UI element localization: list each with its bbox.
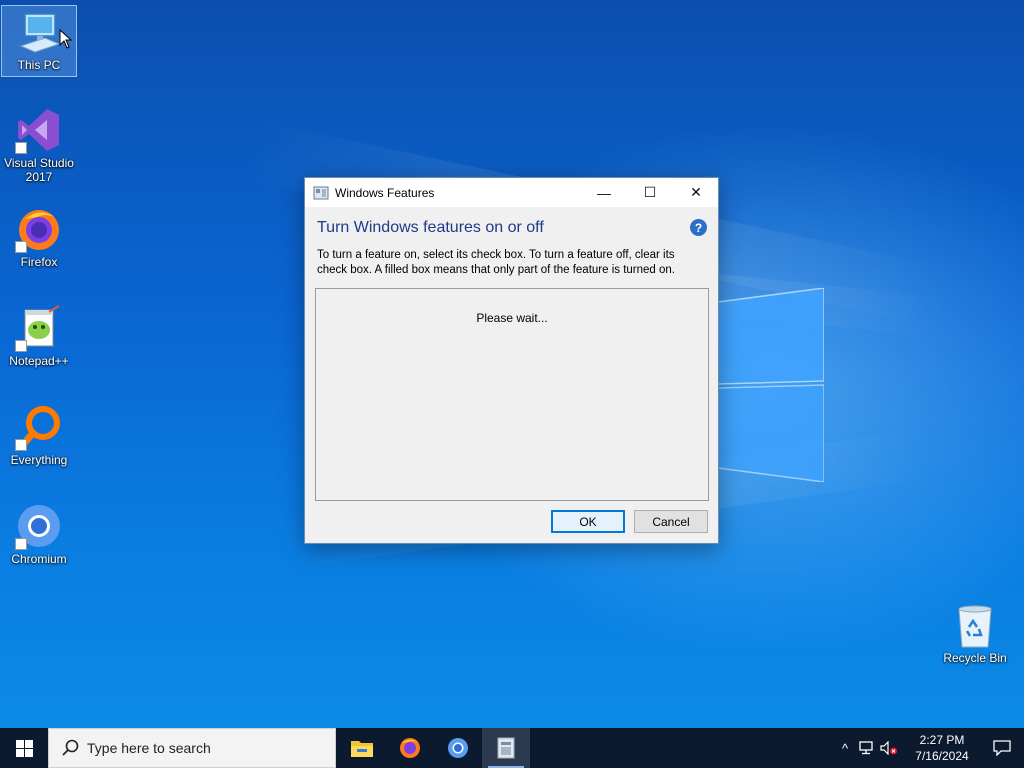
taskbar-windows-features[interactable] bbox=[482, 728, 530, 768]
desktop-icon-everything[interactable]: Everything bbox=[1, 401, 77, 473]
windows-features-icon bbox=[313, 186, 329, 199]
desktop-icon-label: Notepad++ bbox=[9, 354, 69, 368]
windows-features-dialog: Windows Features — ☐ ✕ Turn Windows feat… bbox=[304, 177, 719, 544]
minimize-button[interactable]: — bbox=[581, 178, 627, 207]
dialog-description: To turn a feature on, select its check b… bbox=[317, 249, 675, 276]
desktop-icon-label: This PC bbox=[17, 58, 61, 72]
search-icon bbox=[62, 739, 79, 756]
taskbar-search[interactable]: Type here to search bbox=[48, 728, 336, 768]
close-icon: ✕ bbox=[690, 184, 702, 200]
taskbar-file-explorer[interactable] bbox=[338, 728, 386, 768]
file-explorer-icon bbox=[351, 741, 373, 757]
desktop-icon-label: Visual Studio 2017 bbox=[4, 156, 74, 184]
chevron-up-icon: ^ bbox=[841, 740, 849, 756]
maximize-button[interactable]: ☐ bbox=[627, 178, 673, 207]
windows-logo-wallpaper bbox=[718, 288, 824, 482]
desktop-icon-label: Chromium bbox=[11, 552, 67, 566]
windows-features-icon bbox=[497, 737, 515, 759]
shortcut-arrow-icon bbox=[15, 538, 27, 550]
mouse-cursor-icon bbox=[59, 29, 73, 49]
minimize-icon: — bbox=[597, 184, 611, 201]
network-icon bbox=[859, 741, 873, 755]
dialog-heading: Turn Windows features on or off bbox=[317, 219, 544, 236]
visual-studio-icon bbox=[15, 106, 63, 154]
volume-control[interactable] bbox=[878, 728, 900, 768]
system-tray: ^ 2:27 PM 7/16/2024 bbox=[834, 728, 1024, 768]
recycle-bin-icon bbox=[951, 601, 999, 649]
network-status[interactable] bbox=[856, 728, 878, 768]
chromium-icon bbox=[15, 502, 63, 550]
everything-search-icon bbox=[15, 403, 63, 451]
shortcut-arrow-icon bbox=[15, 439, 27, 451]
desktop-icon-firefox[interactable]: Firefox bbox=[1, 203, 77, 275]
desktop-icon-label: Firefox bbox=[20, 255, 58, 269]
clock-date: 7/16/2024 bbox=[915, 749, 969, 763]
shortcut-arrow-icon bbox=[15, 142, 27, 154]
maximize-icon: ☐ bbox=[643, 184, 657, 200]
feature-tree[interactable]: Please wait... bbox=[315, 288, 709, 501]
clock[interactable]: 2:27 PM 7/16/2024 bbox=[904, 732, 980, 764]
dialog-title: Windows Features bbox=[335, 185, 435, 200]
start-button[interactable] bbox=[0, 728, 48, 768]
action-center-button[interactable] bbox=[980, 728, 1024, 768]
firefox-icon bbox=[15, 205, 63, 253]
notifications-icon bbox=[993, 740, 1011, 756]
desktop-icon-label: Everything bbox=[10, 453, 68, 467]
cancel-button[interactable]: Cancel bbox=[634, 510, 708, 533]
volume-muted-icon bbox=[880, 741, 897, 755]
help-icon[interactable]: ? bbox=[690, 219, 707, 236]
desktop-icon-notepad-plus-plus[interactable]: Notepad++ bbox=[1, 302, 77, 374]
search-placeholder: Type here to search bbox=[87, 740, 211, 756]
taskbar-firefox[interactable] bbox=[386, 728, 434, 768]
desktop-icon-recycle-bin[interactable]: Recycle Bin bbox=[937, 599, 1013, 671]
taskbar-chromium[interactable] bbox=[434, 728, 482, 768]
shortcut-arrow-icon bbox=[15, 340, 27, 352]
windows-start-icon bbox=[15, 739, 33, 757]
notepad-plus-plus-icon bbox=[15, 304, 63, 352]
loading-status: Please wait... bbox=[476, 311, 548, 325]
desktop-icon-visual-studio[interactable]: Visual Studio 2017 bbox=[1, 104, 77, 188]
desktop-icon-label: Recycle Bin bbox=[943, 651, 1007, 665]
show-hidden-icons-button[interactable]: ^ bbox=[834, 728, 856, 768]
close-button[interactable]: ✕ bbox=[673, 178, 719, 207]
clock-time: 2:27 PM bbox=[919, 733, 965, 747]
firefox-icon bbox=[400, 738, 420, 758]
dialog-titlebar[interactable]: Windows Features — ☐ ✕ bbox=[305, 178, 718, 207]
chromium-icon bbox=[448, 738, 468, 758]
ok-button[interactable]: OK bbox=[551, 510, 625, 533]
desktop-icon-chromium[interactable]: Chromium bbox=[1, 500, 77, 572]
taskbar: Type here to search ^ 2:27 PM 7/16/2024 bbox=[0, 728, 1024, 768]
shortcut-arrow-icon bbox=[15, 241, 27, 253]
computer-icon bbox=[15, 8, 63, 56]
